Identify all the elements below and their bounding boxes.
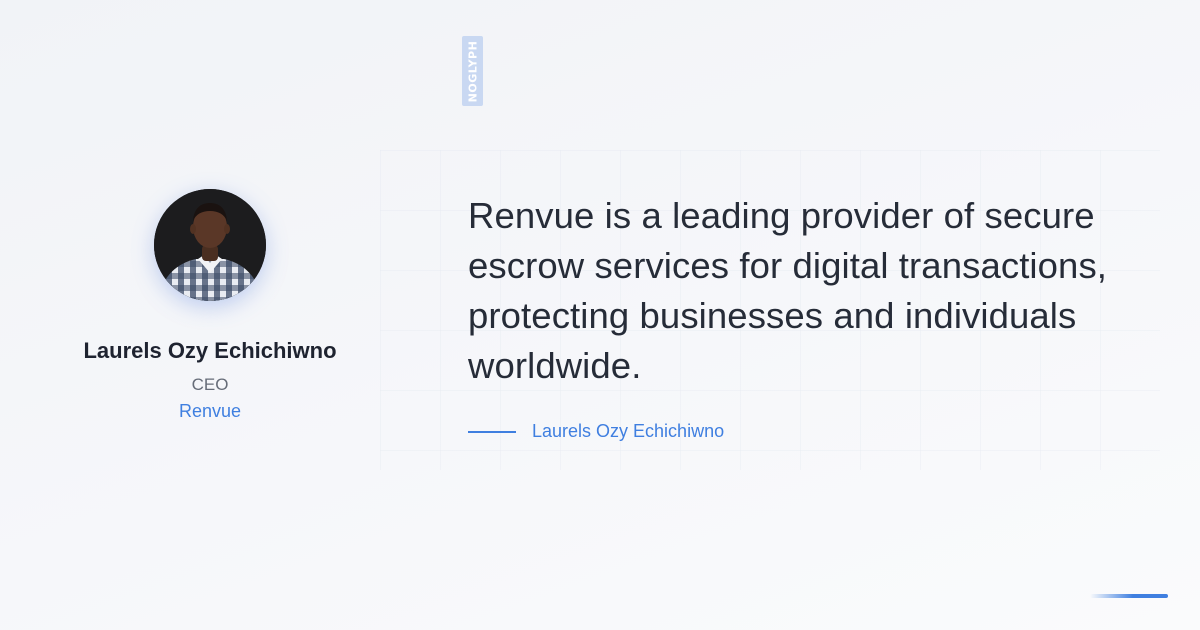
- attribution-name: Laurels Ozy Echichiwno: [532, 421, 725, 441]
- testimonial-quote: Renvue is a leading provider of secure e…: [468, 195, 1108, 386]
- author-avatar: [154, 189, 266, 301]
- author-company: Renvue: [178, 401, 242, 421]
- author-role: CEO: [191, 375, 229, 394]
- brand-logo: NOGLYPH: [462, 36, 483, 106]
- person-photo-icon: [154, 189, 266, 301]
- author-name: Laurels Ozy Echichiwno: [83, 338, 337, 363]
- accent-bar: [1090, 594, 1168, 598]
- quote-attribution: Laurels Ozy Echichiwno: [468, 421, 724, 442]
- attribution-divider: [468, 430, 516, 433]
- brand-logo-text: NOGLYPH: [466, 40, 479, 102]
